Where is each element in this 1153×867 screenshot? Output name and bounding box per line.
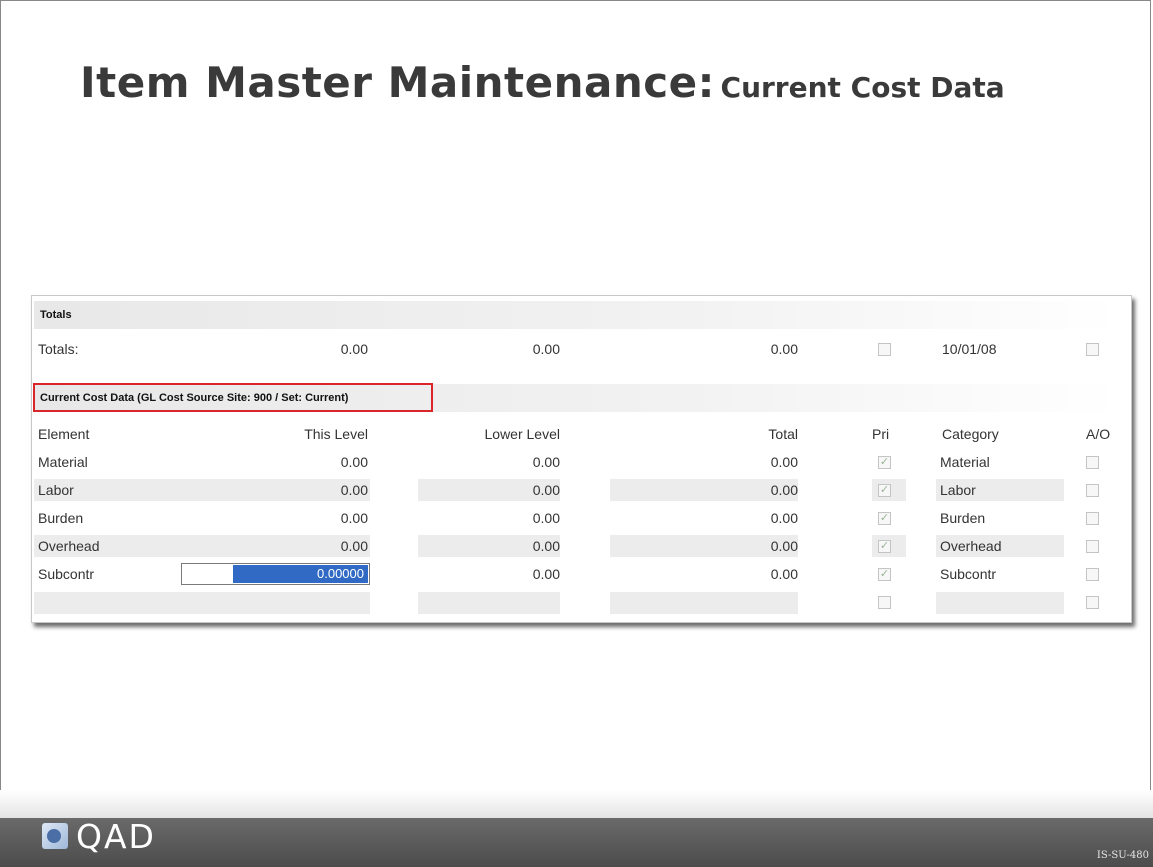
row-ao-checkbox[interactable] xyxy=(1086,540,1099,553)
row-total: 0.00 xyxy=(610,535,798,557)
row-ao-checkbox[interactable] xyxy=(1086,512,1099,525)
col-element: Element xyxy=(38,426,90,442)
row-lower-level: 0.00 xyxy=(532,510,560,526)
row-pri-checkbox[interactable]: ✓ xyxy=(878,568,891,581)
col-category: Category xyxy=(942,426,999,442)
row-element: Subcontr xyxy=(38,566,95,582)
footer-bar xyxy=(0,818,1153,867)
col-ao: A/O xyxy=(1086,426,1111,442)
column-header-row: Element This Level Lower Level Total Pri… xyxy=(32,423,1132,445)
totals-section-title: Totals xyxy=(40,309,72,321)
totals-pri-checkbox[interactable] xyxy=(878,343,891,356)
highlight-box xyxy=(33,383,433,412)
empty-total-cell xyxy=(610,592,798,614)
row-category[interactable]: Labor xyxy=(936,479,1064,501)
totals-lower-level: 0.00 xyxy=(532,341,560,357)
totals-row: Totals: 0.00 0.00 0.00 10/01/08 xyxy=(32,338,1132,360)
slide-title: Item Master Maintenance: Current Cost Da… xyxy=(80,58,1005,107)
row-ao-checkbox[interactable] xyxy=(1086,568,1099,581)
row-lower-level: 0.00 xyxy=(532,566,560,582)
cost-section-header: Current Cost Data (GL Cost Source Site: … xyxy=(33,383,1119,412)
qad-logo-text: QAD xyxy=(76,817,156,856)
row-total: 0.00 xyxy=(610,479,798,501)
table-row: Subcontr 0.00000 0.00 0.00 ✓ Subcontr xyxy=(32,563,1132,585)
row-this-level[interactable]: 0.00 xyxy=(212,507,368,529)
row-total: 0.00 xyxy=(770,454,798,470)
table-row: Material 0.00 0.00 0.00 ✓ Material xyxy=(32,451,1132,473)
row-this-level[interactable]: 0.00 xyxy=(212,535,368,557)
totals-date: 10/01/08 xyxy=(942,341,997,357)
this-level-input-selection[interactable]: 0.00000 xyxy=(233,565,368,583)
row-category[interactable]: Burden xyxy=(940,507,985,529)
row-category[interactable]: Subcontr xyxy=(940,563,996,585)
empty-category-cell[interactable] xyxy=(936,592,1064,614)
row-this-level[interactable]: 0.00 xyxy=(212,479,368,501)
row-element: Burden xyxy=(38,510,84,526)
row-ao-checkbox[interactable] xyxy=(1086,484,1099,497)
row-pri-checkbox[interactable]: ✓ xyxy=(878,512,891,525)
table-row-empty xyxy=(32,592,1132,614)
row-element: Material xyxy=(38,454,88,470)
col-this-level: This Level xyxy=(304,426,368,442)
table-row: Overhead 0.00 0.00 0.00 ✓ Overhead xyxy=(32,535,1132,557)
table-row: Burden 0.00 0.00 0.00 ✓ Burden xyxy=(32,507,1132,529)
cost-panel: Totals Totals: 0.00 0.00 0.00 10/01/08 C… xyxy=(31,295,1132,623)
totals-ao-checkbox[interactable] xyxy=(1086,343,1099,356)
row-lower-level: 0.00 xyxy=(418,535,560,557)
row-category[interactable]: Overhead xyxy=(936,535,1064,557)
totals-label: Totals: xyxy=(38,341,79,357)
this-level-input[interactable]: 0.00000 xyxy=(181,563,370,585)
empty-lower-level-cell xyxy=(418,592,560,614)
table-row: Labor 0.00 0.00 0.00 ✓ Labor xyxy=(32,479,1132,501)
footer-fade xyxy=(0,790,1153,818)
qad-logo-icon xyxy=(42,823,68,849)
row-total: 0.00 xyxy=(770,566,798,582)
col-lower-level: Lower Level xyxy=(484,426,561,442)
row-lower-level: 0.00 xyxy=(418,479,560,501)
row-ao-checkbox[interactable] xyxy=(1086,456,1099,469)
empty-pri-checkbox[interactable] xyxy=(878,596,891,609)
empty-element-cell[interactable] xyxy=(34,592,370,614)
row-category[interactable]: Material xyxy=(940,451,990,473)
empty-ao-checkbox[interactable] xyxy=(1086,596,1099,609)
slide-code: IS-SU-480 xyxy=(1096,850,1149,861)
row-lower-level: 0.00 xyxy=(532,454,560,470)
row-total: 0.00 xyxy=(770,510,798,526)
slide-title-main: Item Master Maintenance: xyxy=(80,58,715,107)
totals-this-level: 0.00 xyxy=(340,341,368,357)
row-pri-checkbox[interactable]: ✓ xyxy=(878,456,891,469)
totals-section-header: Totals xyxy=(34,301,1119,329)
col-total: Total xyxy=(768,426,798,442)
row-this-level[interactable]: 0.00 xyxy=(212,451,368,473)
row-pri-checkbox[interactable]: ✓ xyxy=(878,540,891,553)
row-pri-checkbox[interactable]: ✓ xyxy=(878,484,891,497)
col-pri: Pri xyxy=(872,426,890,442)
totals-total: 0.00 xyxy=(770,341,798,357)
slide-title-sub: Current Cost Data xyxy=(720,71,1005,104)
